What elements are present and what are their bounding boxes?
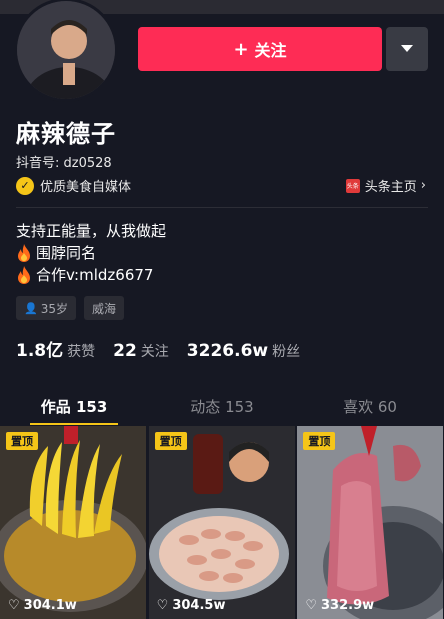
likes-stat: 1.8亿 获赞	[16, 336, 95, 361]
video-likes-count: 304.5w	[172, 598, 226, 613]
video-thumbnail[interactable]: 置顶 ♡ 332.9w	[297, 426, 444, 619]
avatar[interactable]	[14, 0, 118, 102]
certification-label: 优质美食自媒体	[40, 180, 132, 195]
video-thumbnail-image	[297, 426, 444, 619]
video-likes: ♡ 332.9w	[305, 598, 374, 613]
video-grid: 置顶 ♡ 304.1w 置顶 ♡ 304.5w 置顶 ♡ 332.9w	[0, 426, 444, 619]
bio-text: 支持正能量，从我做起	[16, 222, 167, 240]
plus-icon: +	[233, 38, 249, 60]
certification: ✓ 优质美食自媒体	[16, 176, 131, 195]
following-label: 关注	[140, 344, 169, 360]
heart-icon: ♡	[156, 598, 169, 613]
bio-text: 合作v:mldz6677	[36, 266, 154, 284]
followers-label: 粉丝	[272, 344, 301, 360]
pinned-badge: 置顶	[303, 432, 336, 450]
video-likes: ♡ 304.5w	[157, 598, 226, 613]
active-tab-indicator	[30, 423, 118, 425]
video-thumbnail-image	[0, 426, 146, 619]
following-value: 22	[113, 341, 137, 361]
tab-dynamics[interactable]: 动态 153	[148, 392, 296, 424]
toutiao-icon: 头条	[345, 178, 360, 193]
likes-value: 1.8亿	[16, 341, 64, 361]
tab-works[interactable]: 作品 153	[0, 392, 148, 424]
followers-value: 3226.6w	[186, 341, 269, 361]
profile-stats: 1.8亿 获赞 22 关注 3226.6w 粉丝	[16, 336, 318, 361]
follow-button-label: 关注	[254, 41, 287, 60]
content-tabs: 作品 153 动态 153 喜欢 60	[0, 392, 444, 424]
person-icon: 👤	[24, 301, 38, 315]
chevron-down-icon	[401, 45, 413, 52]
chevron-right-icon: ›	[420, 178, 426, 193]
toutiao-label: 头条主页	[364, 180, 417, 195]
toutiao-homepage-link[interactable]: 头条 头条主页 ›	[345, 176, 426, 195]
profile-name: 麻辣德子	[16, 120, 116, 148]
followers-stat[interactable]: 3226.6w 粉丝	[187, 341, 300, 361]
likes-label: 获赞	[67, 344, 96, 360]
bio-line: 合作v:mldz6677	[16, 264, 166, 286]
video-thumbnail[interactable]: 置顶 ♡ 304.1w	[0, 426, 147, 619]
age-tag: 👤 35岁	[16, 296, 76, 320]
fire-icon	[18, 266, 30, 284]
video-thumbnail-image	[148, 426, 295, 619]
pinned-badge: 置顶	[6, 432, 38, 450]
age-label: 35岁	[40, 301, 68, 316]
following-stat[interactable]: 22 关注	[113, 341, 169, 361]
divider	[16, 207, 428, 208]
heart-icon: ♡	[8, 598, 20, 613]
pinned-badge: 置顶	[154, 432, 187, 450]
fire-icon	[18, 244, 30, 262]
video-likes-count: 332.9w	[321, 598, 375, 613]
bio-line: 支持正能量，从我做起	[16, 220, 166, 242]
video-thumbnail[interactable]: 置顶 ♡ 304.5w	[148, 426, 296, 619]
follow-button[interactable]: + 关注	[138, 27, 382, 71]
location-label: 威海	[91, 301, 116, 316]
bio: 支持正能量，从我做起 围脖同名 合作v:mldz6677	[16, 220, 166, 286]
heart-icon: ♡	[305, 598, 317, 613]
bio-line: 围脖同名	[16, 242, 166, 264]
bio-text: 围脖同名	[36, 244, 97, 262]
douyin-id: 抖音号: dz0528	[16, 156, 112, 171]
location-tag: 威海	[83, 296, 124, 320]
more-options-button[interactable]	[386, 27, 428, 71]
tab-likes[interactable]: 喜欢 60	[296, 392, 444, 424]
profile-tags: 👤 35岁 威海	[16, 296, 124, 320]
video-likes-count: 304.1w	[23, 598, 77, 613]
video-likes: ♡ 304.1w	[8, 598, 77, 613]
cert-badge-icon: ✓	[16, 176, 34, 195]
